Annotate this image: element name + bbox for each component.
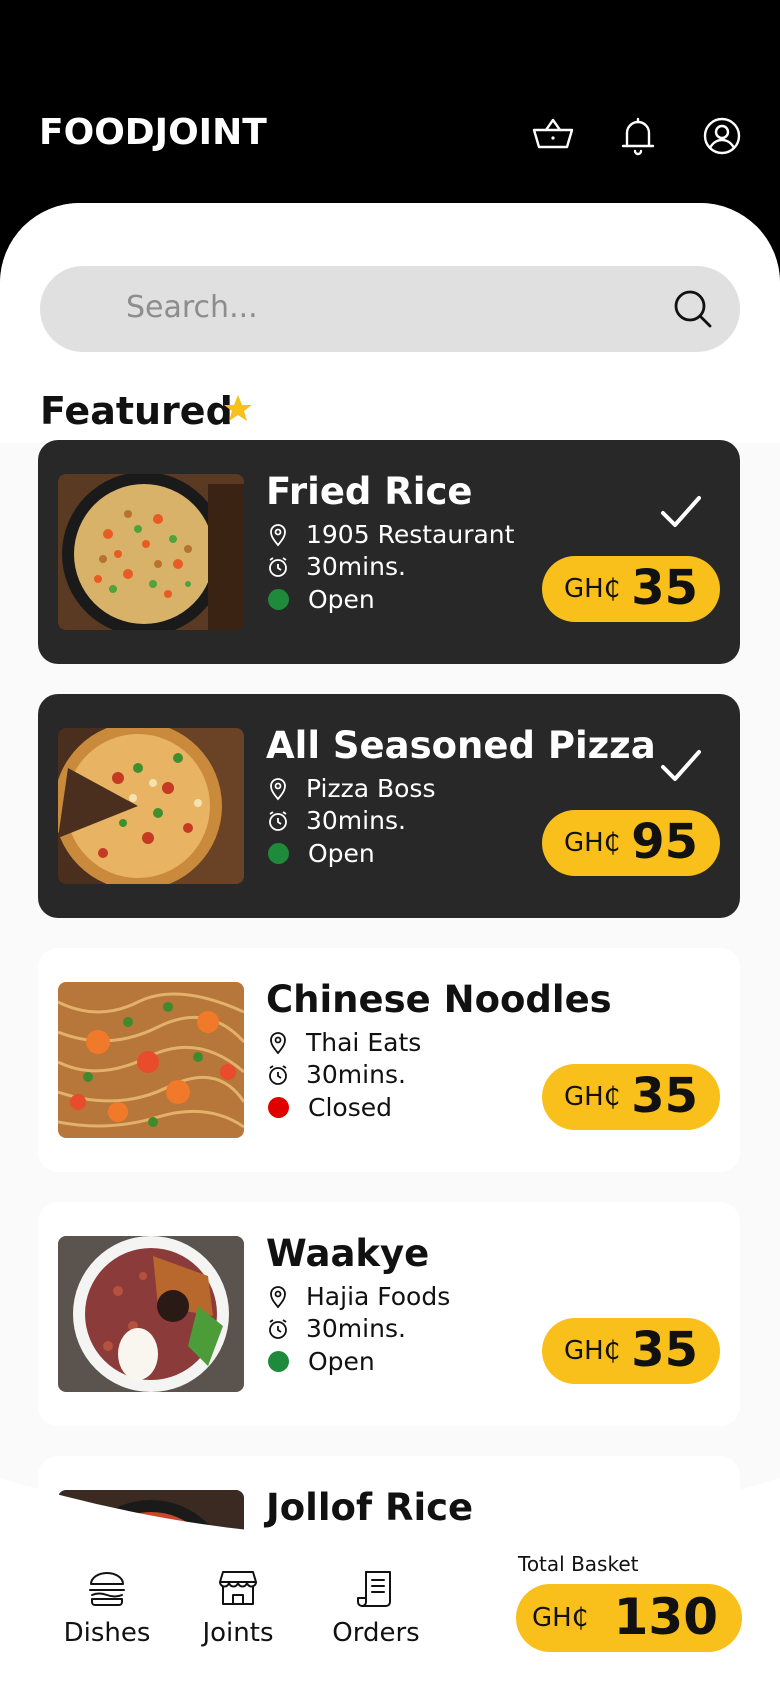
check-icon[interactable] — [658, 746, 704, 786]
time-row: 30mins. — [266, 1060, 406, 1089]
clock-icon — [266, 1317, 290, 1341]
dish-card[interactable]: Waakye Hajia Foods 30mins. Open GH₵ 35 — [38, 1202, 740, 1426]
time-row: 30mins. — [266, 552, 406, 581]
bottom-nav: Dishes Joints Orders Total Basket GH₵ 13… — [0, 1478, 780, 1688]
price-value: 35 — [631, 1322, 698, 1378]
price-value: 35 — [631, 1068, 698, 1124]
location-pin-icon — [266, 1031, 290, 1055]
status-text: Open — [308, 585, 375, 614]
dish-card[interactable]: All Seasoned Pizza Pizza Boss 30mins. Op… — [38, 694, 740, 918]
status-dot — [268, 843, 289, 864]
dish-name: Fried Rice — [266, 470, 473, 513]
dish-card[interactable]: Fried Rice 1905 Restaurant 30mins. Open … — [38, 440, 740, 664]
brand-logo: FOODJOINT — [39, 112, 267, 153]
status-row: Open — [266, 839, 375, 868]
delivery-time: 30mins. — [306, 1060, 406, 1089]
price-value: 35 — [631, 560, 698, 616]
price-currency: GH₵ — [564, 1082, 621, 1112]
dish-image-pizza — [58, 728, 244, 884]
dish-name: Waakye — [266, 1232, 430, 1275]
delivery-time: 30mins. — [306, 806, 406, 835]
restaurant-row: Hajia Foods — [266, 1282, 450, 1311]
bell-icon[interactable] — [615, 113, 661, 159]
status-row: Closed — [266, 1093, 392, 1122]
search-icon[interactable] — [672, 288, 714, 330]
store-icon — [219, 1571, 257, 1605]
delivery-time: 30mins. — [306, 1314, 406, 1343]
status-text: Closed — [308, 1093, 392, 1122]
search-input[interactable]: Search... — [126, 290, 258, 325]
location-pin-icon — [266, 777, 290, 801]
dish-image-fried-rice — [58, 474, 244, 630]
nav-item-orders[interactable]: Orders — [316, 1568, 436, 1648]
price-currency: GH₵ — [564, 574, 621, 604]
price-badge[interactable]: GH₵ 35 — [542, 556, 720, 622]
price-badge[interactable]: GH₵ 35 — [542, 1318, 720, 1384]
nav-item-dishes[interactable]: Dishes — [47, 1568, 167, 1648]
clock-icon — [266, 1063, 290, 1087]
status-dot — [268, 1351, 289, 1372]
status-text: Open — [308, 1347, 375, 1376]
price-badge[interactable]: GH₵ 35 — [542, 1064, 720, 1130]
nav-item-joints[interactable]: Joints — [178, 1568, 298, 1648]
total-basket-label: Total Basket — [518, 1552, 639, 1576]
restaurant-name: Pizza Boss — [306, 774, 436, 803]
section-title: Featured — [40, 389, 233, 433]
status-row: Open — [266, 1347, 375, 1376]
restaurant-name: 1905 Restaurant — [306, 520, 515, 549]
dish-image-noodles — [58, 982, 244, 1138]
restaurant-row: 1905 Restaurant — [266, 520, 514, 549]
restaurant-row: Thai Eats — [266, 1028, 421, 1057]
content-sheet: Search... Featured Fried Rice 1905 Resta… — [0, 203, 780, 1688]
dish-name: All Seasoned Pizza — [266, 724, 656, 767]
restaurant-name: Hajia Foods — [306, 1282, 451, 1311]
restaurant-name: Thai Eats — [306, 1028, 422, 1057]
star-icon — [224, 395, 252, 421]
status-text: Open — [308, 839, 375, 868]
dish-name: Chinese Noodles — [266, 978, 612, 1021]
time-row: 30mins. — [266, 1314, 406, 1343]
nav-label: Joints — [202, 1618, 274, 1648]
clock-icon — [266, 809, 290, 833]
location-pin-icon — [266, 1285, 290, 1309]
total-value: 130 — [613, 1588, 718, 1646]
price-value: 95 — [631, 814, 698, 870]
burger-icon — [89, 1572, 125, 1606]
status-row: Open — [266, 585, 375, 614]
delivery-time: 30mins. — [306, 552, 406, 581]
location-pin-icon — [266, 523, 290, 547]
user-icon[interactable] — [699, 113, 745, 159]
dish-card[interactable]: Chinese Noodles Thai Eats 30mins. Closed… — [38, 948, 740, 1172]
price-currency: GH₵ — [564, 1336, 621, 1366]
basket-icon[interactable] — [530, 113, 576, 159]
price-currency: GH₵ — [564, 828, 621, 858]
nav-label: Dishes — [63, 1618, 151, 1648]
status-dot — [268, 589, 289, 610]
time-row: 30mins. — [266, 806, 406, 835]
price-badge[interactable]: GH₵ 95 — [542, 810, 720, 876]
check-icon[interactable] — [658, 492, 704, 532]
total-currency: GH₵ — [532, 1603, 589, 1633]
restaurant-row: Pizza Boss — [266, 774, 435, 803]
status-dot — [268, 1097, 289, 1118]
clock-icon — [266, 555, 290, 579]
total-basket-button[interactable]: GH₵ 130 — [516, 1584, 742, 1652]
search-bar[interactable]: Search... — [40, 266, 740, 352]
dish-image-waakye — [58, 1236, 244, 1392]
receipt-icon — [357, 1571, 391, 1607]
nav-label: Orders — [332, 1618, 420, 1648]
